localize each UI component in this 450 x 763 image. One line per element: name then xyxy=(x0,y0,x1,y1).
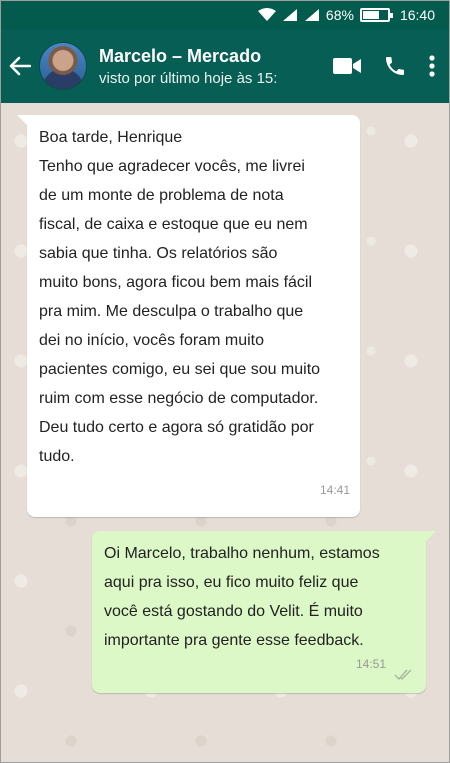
battery-icon xyxy=(359,8,393,22)
double-check-icon xyxy=(394,669,414,681)
video-call-icon[interactable] xyxy=(333,57,361,75)
last-seen-status: visto por último hoje às 15: xyxy=(99,69,278,87)
message-line: sabia que tinha. Os relatórios são xyxy=(39,245,278,262)
incoming-message[interactable]: Boa tarde, Henrique Tenho que agradecer … xyxy=(17,115,360,517)
battery-percent: 68% xyxy=(325,7,354,23)
message-line: ruim com esse negócio de computador. xyxy=(39,390,319,407)
back-arrow-icon[interactable] xyxy=(1,29,39,103)
clock: 16:40 xyxy=(399,7,435,23)
wifi-icon xyxy=(257,8,276,22)
message-line: pra mim. Me desculpa o trabalho que xyxy=(39,303,304,320)
signal-icon xyxy=(282,8,298,22)
message-time: 14:51 xyxy=(355,657,386,671)
contact-info[interactable]: Marcelo – Mercado visto por último hoje … xyxy=(99,46,299,87)
message-line: de um monte de problema de nota xyxy=(39,187,284,204)
chat-screen: 68% 16:40 Marcelo – Mercado visto por úl… xyxy=(0,0,450,763)
phone-icon[interactable] xyxy=(383,54,407,78)
message-time: 14:41 xyxy=(319,483,350,497)
signal-icon xyxy=(304,8,320,22)
message-line: você está gostando do Velit. É muito xyxy=(104,603,363,620)
outgoing-message[interactable]: Oi Marcelo, trabalho nenhum, estamos aqu… xyxy=(92,531,436,693)
message-line: Oi Marcelo, trabalho nenhum, estamos xyxy=(104,545,380,562)
message-line: fiscal, de caixa e estoque que eu nem xyxy=(39,216,308,233)
message-line: Deu tudo certo e agora só gratidão por xyxy=(39,419,314,436)
message-line: Tenho que agradecer vocês, me livrei xyxy=(39,158,305,175)
message-line: tudo. xyxy=(39,448,75,465)
avatar[interactable] xyxy=(39,42,87,90)
message-line: muito bons, agora ficou bem mais fácil xyxy=(39,274,313,291)
message-line: pacientes comigo, eu sei que sou muito xyxy=(39,361,321,378)
message-line: Boa tarde, Henrique xyxy=(39,129,183,146)
status-bar: 68% 16:40 xyxy=(1,1,449,29)
contact-name: Marcelo – Mercado xyxy=(99,45,262,66)
message-line: dei no início, vocês foram muito xyxy=(39,332,264,349)
chat-header: Marcelo – Mercado visto por último hoje … xyxy=(1,29,449,103)
more-options-icon[interactable] xyxy=(429,55,435,77)
message-line: aqui pra isso, eu fico muito feliz que xyxy=(104,574,359,591)
